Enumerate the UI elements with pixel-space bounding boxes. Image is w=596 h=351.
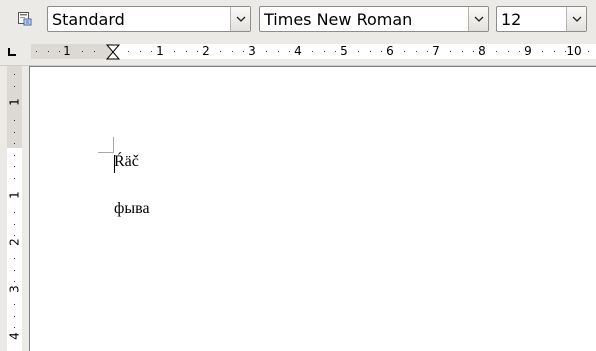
font-size-dropdown-button[interactable] — [566, 7, 586, 31]
ruler-tick — [14, 120, 15, 121]
styles-and-formatting-icon — [18, 12, 32, 26]
ruler-number: 1 — [156, 44, 164, 58]
text-boundary-corner — [98, 137, 114, 153]
ruler-tick — [278, 51, 279, 52]
paragraph-style-combobox[interactable]: Standard — [47, 6, 251, 32]
chevron-down-icon — [572, 16, 581, 22]
ruler-tick — [14, 178, 15, 179]
ruler-tick — [232, 51, 233, 52]
ruler-tick — [59, 51, 60, 52]
chevron-down-icon — [474, 16, 483, 22]
ruler-tick — [14, 224, 15, 225]
paragraph-style-value: Standard — [52, 10, 125, 29]
ruler-tick — [324, 51, 325, 52]
ruler-number: 10 — [566, 44, 582, 58]
vertical-ruler-scale[interactable]: 1 1 2 3 4 — [7, 66, 22, 351]
ruler-tick — [335, 51, 336, 52]
document-paragraph[interactable]: фыва — [114, 200, 150, 218]
tab-type-selector[interactable] — [5, 45, 19, 59]
ruler-number: 7 — [432, 44, 440, 58]
font-name-value: Times New Roman — [264, 10, 413, 29]
ruler-number: 2 — [202, 44, 210, 58]
chevron-down-icon — [236, 16, 245, 22]
formatting-toolbar: Standard Times New Roman 12 — [0, 0, 596, 38]
ruler-number: 3 — [248, 44, 256, 58]
ruler-tick — [220, 51, 221, 52]
ruler-tick — [462, 51, 463, 52]
horizontal-ruler[interactable]: 1 1 2 3 4 5 6 7 8 9 10 — [0, 38, 596, 66]
ruler-tick — [82, 51, 83, 52]
ruler-tick — [243, 51, 244, 52]
ruler-tick — [14, 258, 15, 259]
ruler-tick — [197, 51, 198, 52]
ruler-tick — [14, 327, 15, 328]
ruler-tick — [381, 51, 382, 52]
ruler-tick — [174, 51, 175, 52]
ruler-tick — [370, 51, 371, 52]
ruler-tick — [14, 304, 15, 305]
ruler-tick — [14, 166, 15, 167]
font-size-combobox[interactable]: 12 — [496, 6, 587, 32]
paragraph-style-dropdown-button[interactable] — [230, 7, 250, 31]
ruler-tick — [519, 51, 520, 52]
ruler-tick — [36, 51, 37, 52]
ruler-tick — [508, 51, 509, 52]
ruler-number: 6 — [386, 44, 394, 58]
ruler-number: 9 — [524, 44, 532, 58]
font-size-value: 12 — [501, 10, 522, 29]
ruler-tick — [14, 212, 15, 213]
ruler-tick — [14, 86, 15, 87]
ruler-tick — [473, 51, 474, 52]
ruler-number: 4 — [7, 332, 22, 340]
vertical-ruler[interactable]: 1 1 2 3 4 — [0, 66, 29, 351]
ruler-tick — [358, 51, 359, 52]
ruler-tick — [94, 51, 95, 52]
ruler-tick — [140, 51, 141, 52]
ruler-tick — [14, 270, 15, 271]
ruler-number: 1 — [7, 191, 22, 199]
text-cursor — [114, 155, 115, 173]
ruler-tick — [565, 51, 566, 52]
horizontal-ruler-scale[interactable]: 1 1 2 3 4 5 6 7 8 9 10 — [31, 44, 596, 60]
ruler-tick — [404, 51, 405, 52]
indent-marker[interactable] — [105, 44, 121, 60]
document-paragraph[interactable]: Ŕäč — [114, 153, 139, 171]
ruler-tick — [48, 51, 49, 52]
ruler-tick — [14, 316, 15, 317]
ruler-tick — [151, 51, 152, 52]
ruler-tick — [14, 132, 15, 133]
styles-and-formatting-button[interactable] — [14, 9, 36, 29]
font-name-combobox[interactable]: Times New Roman — [259, 6, 489, 32]
left-margin-area — [31, 44, 113, 59]
ruler-tick — [128, 51, 129, 52]
ruler-tick — [14, 74, 15, 75]
ruler-tick — [186, 51, 187, 52]
ruler-tick — [416, 51, 417, 52]
ruler-number: 3 — [7, 285, 22, 293]
ruler-tick — [554, 51, 555, 52]
ruler-tick — [14, 155, 15, 156]
ruler-number: 2 — [7, 238, 22, 246]
left-tab-icon — [8, 48, 16, 56]
ruler-tick — [496, 51, 497, 52]
ruler-tick — [14, 143, 15, 144]
ruler-number: 4 — [294, 44, 302, 58]
ruler-tick — [312, 51, 313, 52]
ruler-tick — [289, 51, 290, 52]
font-name-dropdown-button[interactable] — [468, 7, 488, 31]
ruler-tick — [450, 51, 451, 52]
ruler-tick — [14, 235, 15, 236]
ruler-number: 1 — [63, 44, 71, 58]
ruler-number: 8 — [478, 44, 486, 58]
ruler-number: 5 — [340, 44, 348, 58]
ruler-number: 1 — [7, 98, 22, 106]
ruler-tick — [588, 51, 589, 52]
ruler-tick — [542, 51, 543, 52]
hourglass-indent-icon — [105, 44, 121, 60]
ruler-tick — [427, 51, 428, 52]
ruler-tick — [266, 51, 267, 52]
document-page[interactable]: Ŕäč фыва — [29, 66, 596, 351]
ruler-tick — [14, 281, 15, 282]
